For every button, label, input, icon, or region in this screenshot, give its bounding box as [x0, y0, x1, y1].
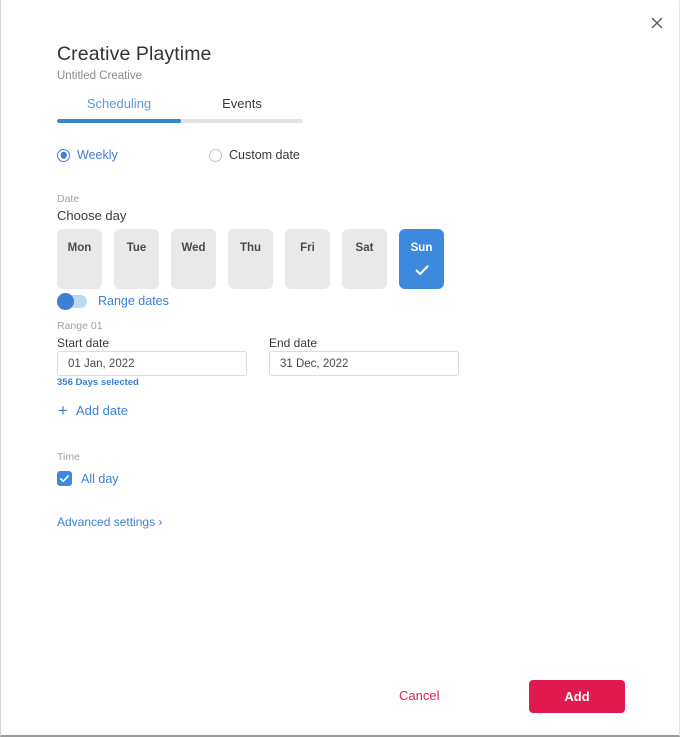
day-chip-label: Sun [410, 242, 433, 254]
day-chip-label: Sat [355, 242, 374, 254]
tab-bar: Scheduling Events [57, 89, 303, 123]
cancel-button[interactable]: Cancel [399, 688, 439, 703]
radio-custom-date[interactable]: Custom date [209, 148, 300, 162]
page-title: Creative Playtime [57, 43, 212, 65]
radio-custom-date-label: Custom date [229, 148, 300, 162]
all-day-checkbox[interactable]: All day [57, 471, 119, 486]
date-section-caption: Date [57, 193, 80, 205]
time-section-caption: Time [57, 451, 80, 463]
range-dates-toggle[interactable]: Range dates [57, 292, 169, 310]
radio-weekly-icon [57, 148, 70, 162]
day-chip-mon[interactable]: Mon [57, 229, 102, 289]
days-selected-count: 356 Days selected [57, 377, 139, 388]
toggle-switch-icon [57, 292, 87, 310]
day-chip-label: Tue [126, 242, 147, 254]
start-date-input[interactable] [57, 351, 247, 376]
day-chip-thu[interactable]: Thu [228, 229, 273, 289]
check-icon [415, 265, 428, 275]
page-subtitle: Untitled Creative [57, 70, 143, 82]
close-icon[interactable] [644, 10, 670, 36]
day-chip-wed[interactable]: Wed [171, 229, 216, 289]
checkbox-icon [57, 471, 72, 486]
tab-track [57, 119, 303, 123]
add-date-label: Add date [75, 403, 128, 418]
scheduling-dialog: Creative Playtime Untitled Creative Sche… [0, 0, 680, 737]
advanced-settings-link[interactable]: Advanced settings › [57, 515, 162, 529]
day-chip-fri[interactable]: Fri [285, 229, 330, 289]
tab-scheduling[interactable]: Scheduling [57, 96, 181, 111]
dialog-header: Creative Playtime Untitled Creative [57, 43, 212, 82]
all-day-label: All day [81, 471, 119, 486]
range-dates-label: Range dates [98, 294, 169, 308]
day-chip-label: Thu [239, 242, 262, 254]
mode-radio-group: Weekly Custom date [57, 148, 300, 162]
day-chip-sat[interactable]: Sat [342, 229, 387, 289]
day-chip-label: Wed [181, 242, 206, 254]
add-date-button[interactable]: + Add date [58, 402, 128, 419]
tab-events[interactable]: Events [181, 96, 303, 111]
end-date-input[interactable] [269, 351, 459, 376]
range-caption: Range 01 [57, 320, 103, 332]
radio-custom-date-icon [209, 148, 222, 162]
add-button[interactable]: Add [529, 680, 625, 713]
day-chip-sun[interactable]: Sun [399, 229, 444, 289]
choose-day-heading: Choose day [57, 208, 127, 223]
start-date-label: Start date [57, 336, 110, 350]
end-date-label: End date [269, 336, 318, 350]
plus-icon: + [58, 401, 68, 420]
day-chip-label: Mon [67, 242, 92, 254]
radio-weekly-label: Weekly [77, 148, 118, 162]
radio-weekly[interactable]: Weekly [57, 148, 209, 162]
day-chip-tue[interactable]: Tue [114, 229, 159, 289]
day-chip-label: Fri [300, 242, 315, 254]
tab-active-indicator [57, 119, 181, 123]
day-selector: Mon Tue Wed Thu Fri Sat Sun [57, 229, 444, 289]
